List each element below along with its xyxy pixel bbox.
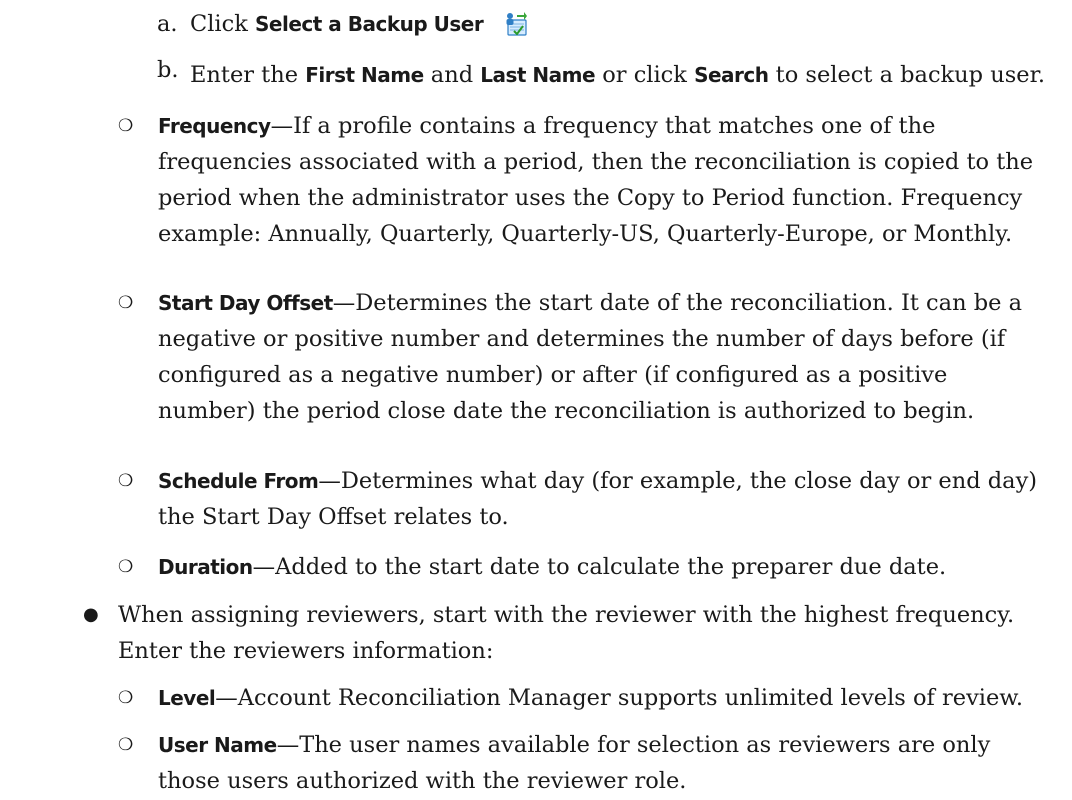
filled-bullet-icon: ● (83, 604, 99, 625)
document-page: a. Click Select a Backup User b. Enter t… (0, 0, 1072, 800)
last-name-term: Last Name (480, 63, 596, 87)
step-marker-b: b. (157, 57, 179, 83)
field-duration: Duration—Added to the start date to calc… (158, 549, 1038, 585)
field-description: —Account Reconciliation Manager supports… (215, 685, 1024, 711)
open-bullet-icon: ❍ (118, 735, 134, 755)
field-term: User Name (158, 733, 277, 757)
reviewers-intro: When assigning reviewers, start with the… (118, 602, 1015, 664)
field-description: —If a profile contains a frequency that … (158, 113, 1034, 247)
open-bullet-icon: ❍ (118, 471, 134, 491)
select-backup-user-icon (504, 11, 528, 48)
open-bullet-icon: ❍ (118, 557, 134, 577)
reviewer-field-level: Level—Account Reconciliation Manager sup… (158, 680, 1038, 716)
field-schedule-from: Schedule From—Determines what day (for e… (158, 463, 1038, 535)
field-description: —Added to the start date to calculate th… (252, 554, 947, 580)
search-term: Search (694, 63, 769, 87)
first-name-term: First Name (305, 63, 424, 87)
field-term: Level (158, 686, 216, 710)
field-frequency: Frequency—If a profile contains a freque… (158, 108, 1038, 252)
field-start-day-offset: Start Day Offset—Determines the start da… (158, 285, 1038, 429)
open-bullet-icon: ❍ (118, 116, 134, 136)
field-description: —The user names available for selection … (158, 732, 991, 794)
reviewer-field-user-name: User Name—The user names available for s… (158, 727, 1038, 799)
field-term: Start Day Offset (158, 291, 333, 315)
field-term: Frequency (158, 114, 271, 138)
field-term: Duration (158, 555, 253, 579)
open-bullet-icon: ❍ (118, 688, 134, 708)
field-term: Schedule From (158, 469, 319, 493)
backup-step-b: Enter the First Name and Last Name or cl… (190, 62, 1046, 88)
open-bullet-icon: ❍ (118, 293, 134, 313)
select-backup-user-term: Select a Backup User (255, 12, 484, 36)
step-marker-a: a. (157, 11, 178, 37)
backup-step-a: Click Select a Backup User (190, 6, 710, 48)
